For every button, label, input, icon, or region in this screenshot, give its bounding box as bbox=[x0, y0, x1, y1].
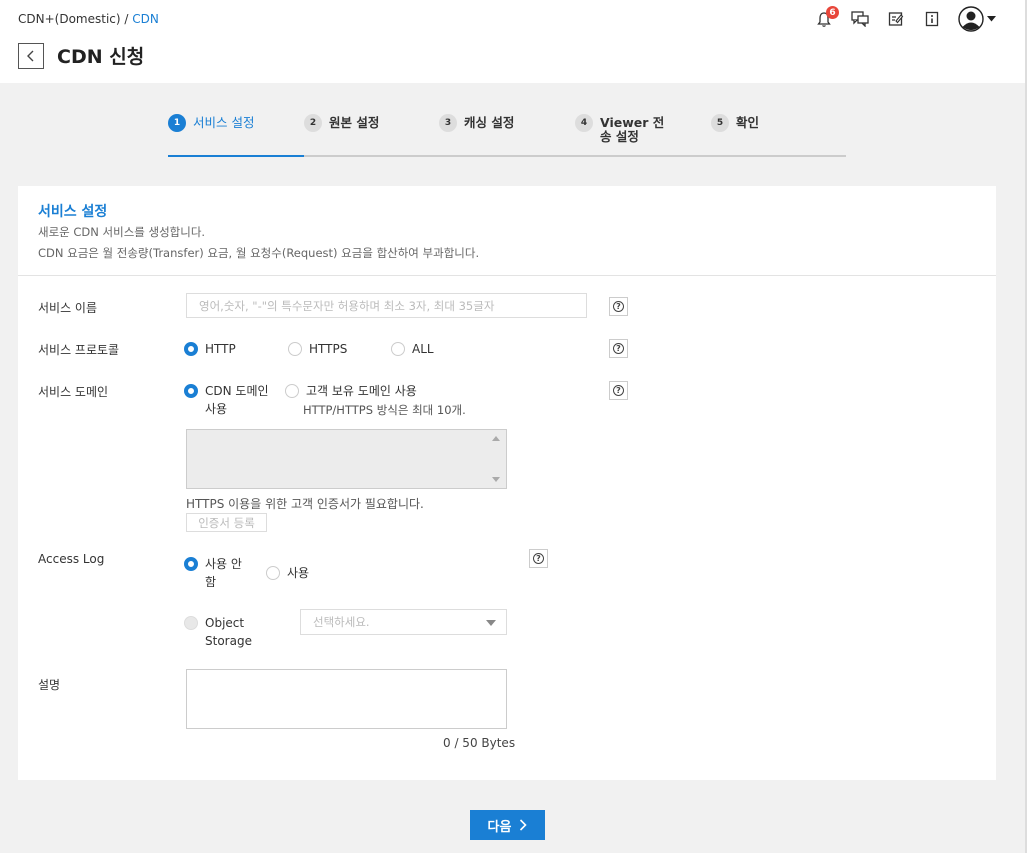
protocol-http-radio[interactable]: HTTP bbox=[184, 340, 236, 358]
protocol-all-radio[interactable]: ALL bbox=[391, 340, 434, 358]
chevron-right-icon bbox=[520, 819, 528, 831]
card-pricing-note: CDN 요금은 월 전송량(Transfer) 요금, 월 요청수(Reques… bbox=[38, 246, 480, 260]
step-viewer-settings[interactable]: 4 Viewer 전송 설정 bbox=[575, 110, 675, 157]
caret-down-icon bbox=[987, 16, 996, 22]
card-title: 서비스 설정 bbox=[38, 204, 108, 220]
edit-note-icon bbox=[888, 12, 904, 26]
help-icon: ? bbox=[613, 385, 624, 396]
radio-label: 고객 보유 도메인 사용 bbox=[306, 384, 417, 398]
description-byte-counter: 0 / 50 Bytes bbox=[443, 736, 516, 750]
step-active-indicator bbox=[168, 155, 304, 157]
breadcrumb: CDN+(Domestic) / CDN bbox=[18, 12, 159, 26]
chevron-left-icon bbox=[27, 50, 34, 62]
object-storage-radio[interactable]: Object Storage bbox=[184, 614, 254, 650]
radio-label: ALL bbox=[412, 342, 434, 356]
domain-help-button[interactable]: ? bbox=[609, 381, 628, 400]
radio-label: HTTP bbox=[205, 342, 236, 356]
access-log-label: Access Log bbox=[38, 552, 105, 566]
access-log-off-radio[interactable]: 사용 안 함 bbox=[184, 555, 254, 591]
page-title: CDN 신청 bbox=[57, 46, 145, 68]
step-number: 5 bbox=[711, 114, 729, 132]
domain-label: 서비스 도메인 bbox=[38, 385, 109, 399]
certificate-note: HTTPS 이용을 위한 고객 인증서가 필요합니다. bbox=[186, 497, 424, 511]
service-name-label: 서비스 이름 bbox=[38, 301, 98, 315]
memo-button[interactable] bbox=[885, 6, 907, 32]
domain-cdn-radio[interactable]: CDN 도메인 사용 bbox=[184, 382, 274, 418]
description-label: 설명 bbox=[38, 678, 61, 692]
access-log-help-button[interactable]: ? bbox=[529, 549, 548, 568]
radio-label: CDN 도메인 사용 bbox=[205, 384, 269, 416]
help-icon: ? bbox=[533, 553, 544, 564]
next-button[interactable]: 다음 bbox=[470, 810, 545, 840]
object-storage-select[interactable]: 선택하세요. bbox=[300, 609, 507, 635]
protocol-label: 서비스 프로토콜 bbox=[38, 343, 120, 357]
certificate-register-button[interactable]: 인증서 등록 bbox=[186, 513, 267, 532]
step-caching-settings[interactable]: 3 캐싱 설정 bbox=[439, 110, 514, 157]
step-label: 서비스 설정 bbox=[193, 115, 255, 130]
domain-custom-note: HTTP/HTTPS 방식은 최대 10개. bbox=[303, 403, 466, 417]
step-label: 원본 설정 bbox=[329, 115, 380, 130]
top-toolbar: 6 bbox=[813, 6, 997, 32]
description-textarea[interactable] bbox=[186, 669, 507, 729]
protocol-help-button[interactable]: ? bbox=[609, 339, 628, 358]
info-icon bbox=[925, 11, 939, 27]
radio-label: Object Storage bbox=[205, 616, 252, 648]
step-label: 캐싱 설정 bbox=[464, 115, 515, 130]
service-name-input[interactable]: 영어,숫자, "-"의 특수문자만 허용하며 최소 3자, 최대 35글자 bbox=[186, 293, 587, 318]
help-icon: ? bbox=[613, 343, 624, 354]
step-confirm[interactable]: 5 확인 bbox=[711, 110, 759, 157]
card-header: 서비스 설정 새로운 CDN 서비스를 생성합니다. CDN 요금은 월 전송량… bbox=[18, 186, 996, 276]
breadcrumb-current[interactable]: CDN bbox=[132, 12, 159, 26]
step-label: 확인 bbox=[736, 115, 760, 130]
notification-button[interactable]: 6 bbox=[813, 6, 839, 32]
step-number: 2 bbox=[304, 114, 322, 132]
next-button-label: 다음 bbox=[487, 818, 512, 834]
scroll-up-icon bbox=[492, 436, 500, 441]
breadcrumb-parent[interactable]: CDN+(Domestic) / bbox=[18, 12, 132, 26]
protocol-https-radio[interactable]: HTTPS bbox=[288, 340, 347, 358]
domain-list-textarea[interactable] bbox=[186, 429, 507, 489]
card-description: 새로운 CDN 서비스를 생성합니다. bbox=[38, 225, 206, 239]
step-number: 1 bbox=[168, 114, 186, 132]
step-origin-settings[interactable]: 2 원본 설정 bbox=[304, 110, 379, 157]
radio-label: HTTPS bbox=[309, 342, 348, 356]
back-button[interactable] bbox=[18, 43, 44, 69]
access-log-on-radio[interactable]: 사용 bbox=[266, 564, 309, 582]
scroll-down-icon bbox=[492, 477, 500, 482]
radio-label: 사용 bbox=[287, 566, 310, 580]
radio-label: 사용 안 함 bbox=[205, 557, 242, 589]
user-menu-button[interactable] bbox=[957, 6, 997, 32]
notification-badge: 6 bbox=[826, 6, 839, 19]
info-button[interactable] bbox=[921, 6, 943, 32]
avatar-icon bbox=[958, 6, 984, 32]
step-label: Viewer 전송 설정 bbox=[600, 115, 665, 144]
step-service-settings[interactable]: 1 서비스 설정 bbox=[168, 110, 254, 157]
page-header: CDN+(Domestic) / CDN CDN 신청 6 bbox=[0, 0, 1027, 83]
step-number: 3 bbox=[439, 114, 457, 132]
service-settings-card: 서비스 설정 새로운 CDN 서비스를 생성합니다. CDN 요금은 월 전송량… bbox=[18, 186, 996, 780]
step-number: 4 bbox=[575, 114, 593, 132]
help-icon: ? bbox=[613, 301, 624, 312]
caret-down-icon bbox=[486, 620, 496, 626]
wizard-steps: 1 서비스 설정 2 원본 설정 3 캐싱 설정 4 Viewer 전송 설정 … bbox=[168, 110, 846, 157]
service-name-help-button[interactable]: ? bbox=[609, 297, 628, 316]
chat-button[interactable] bbox=[849, 6, 871, 32]
select-placeholder: 선택하세요. bbox=[313, 615, 370, 629]
domain-custom-radio[interactable]: 고객 보유 도메인 사용 bbox=[285, 382, 417, 400]
chat-icon bbox=[851, 11, 869, 27]
